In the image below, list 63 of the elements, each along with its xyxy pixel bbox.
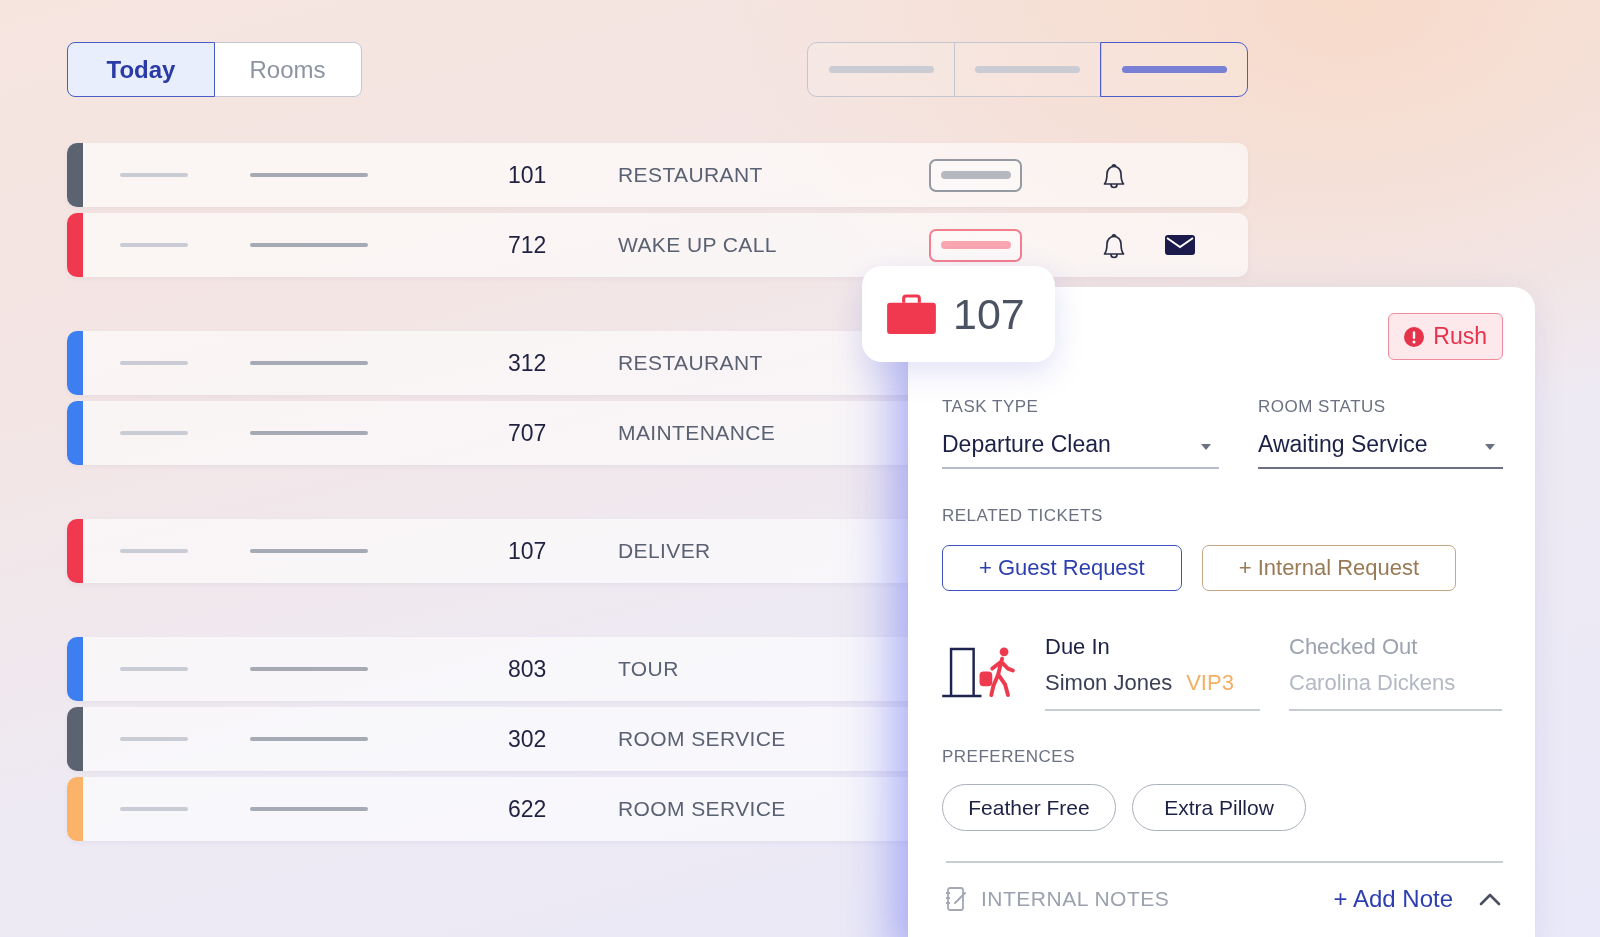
rush-button[interactable]: Rush bbox=[1388, 313, 1503, 360]
room-number: 707 bbox=[508, 419, 548, 447]
guest-name: Carolina Dickens bbox=[1289, 670, 1456, 696]
dropdown-field[interactable]: Awaiting Service bbox=[1258, 422, 1503, 469]
skeleton-line bbox=[120, 667, 188, 671]
room-number: 107 bbox=[508, 537, 548, 565]
vip-label: VIP3 bbox=[1186, 670, 1234, 696]
skeleton-line bbox=[120, 361, 188, 365]
notepad-icon bbox=[945, 886, 967, 912]
task-type-label: ROOM SERVICE bbox=[618, 797, 787, 821]
skeleton-line bbox=[120, 243, 188, 247]
task-type-label: TOUR bbox=[618, 657, 680, 681]
skeleton-line bbox=[940, 241, 1011, 249]
task-type-label: WAKE UP CALL bbox=[618, 233, 778, 257]
layout-option-button[interactable] bbox=[1100, 42, 1248, 97]
room-number: 312 bbox=[508, 349, 548, 377]
skeleton-line bbox=[120, 549, 188, 553]
skeleton-line bbox=[120, 431, 188, 435]
add-ticket-button[interactable]: + Internal Request bbox=[1201, 545, 1457, 591]
add-note-link[interactable]: + Add Note bbox=[1333, 885, 1453, 913]
room-number: 622 bbox=[508, 795, 548, 823]
skeleton-line bbox=[120, 807, 188, 811]
task-row[interactable]: 803 TOUR bbox=[67, 637, 908, 701]
section-label: PREFERENCES bbox=[942, 747, 1076, 767]
task-row[interactable]: 101 RESTAURANT bbox=[67, 143, 1248, 207]
task-type-label: RESTAURANT bbox=[618, 163, 764, 187]
task-type-label: RESTAURANT bbox=[618, 351, 764, 375]
task-row[interactable]: 107 DELIVER bbox=[67, 519, 908, 583]
task-row[interactable]: 312 RESTAURANT bbox=[67, 331, 908, 395]
section-label: RELATED TICKETS bbox=[942, 506, 1103, 526]
section-label: INTERNAL NOTES bbox=[981, 887, 1171, 911]
room-number: 101 bbox=[508, 161, 548, 189]
caret-icon bbox=[1485, 443, 1495, 450]
guest-status: Checked Out bbox=[1289, 634, 1418, 660]
dropdown-field[interactable]: Departure Clean bbox=[942, 422, 1219, 469]
task-type-label: MAINTENANCE bbox=[618, 421, 777, 445]
guest-name: Simon Jones bbox=[1045, 670, 1173, 696]
task-type-label: ROOM SERVICE bbox=[618, 727, 787, 751]
room-number: 107 bbox=[953, 289, 1025, 339]
task-row[interactable]: 712 WAKE UP CALL bbox=[67, 213, 1248, 277]
guest-field[interactable]: Simon Jones VIP3 bbox=[1045, 660, 1260, 711]
room-number: 302 bbox=[508, 725, 548, 753]
task-type-label: DELIVER bbox=[618, 539, 712, 563]
task-row[interactable]: 707 MAINTENANCE bbox=[67, 401, 908, 465]
room-number: 803 bbox=[508, 655, 548, 683]
preference-chip[interactable]: Feather Free bbox=[942, 784, 1116, 831]
preference-chip[interactable]: Extra Pillow bbox=[1132, 784, 1306, 831]
room-number: 712 bbox=[508, 231, 548, 259]
field-label: TASK TYPE bbox=[942, 397, 1040, 417]
caret-icon bbox=[1201, 443, 1211, 450]
task-row[interactable]: 302 ROOM SERVICE bbox=[67, 707, 908, 771]
task-row[interactable]: 622 ROOM SERVICE bbox=[67, 777, 908, 841]
skeleton-line bbox=[120, 737, 188, 741]
add-ticket-button[interactable]: + Guest Request bbox=[942, 545, 1182, 591]
view-tab[interactable]: Today bbox=[67, 42, 215, 97]
chevron-up-icon[interactable] bbox=[1479, 892, 1501, 906]
field-label: ROOM STATUS bbox=[1258, 397, 1387, 417]
envelope-icon[interactable] bbox=[1165, 235, 1195, 255]
alert-icon bbox=[1404, 326, 1425, 347]
skeleton-line bbox=[120, 173, 188, 177]
skeleton-line bbox=[940, 171, 1011, 179]
guest-status: Due In bbox=[1045, 634, 1110, 660]
briefcase-icon bbox=[887, 294, 936, 334]
